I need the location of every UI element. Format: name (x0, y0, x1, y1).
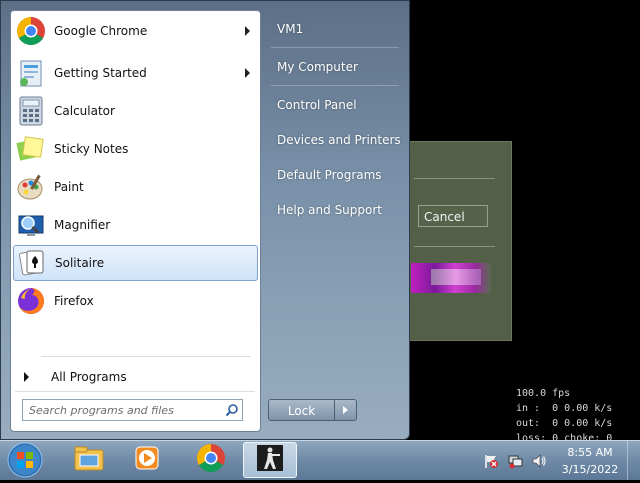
sticky-notes-icon (15, 133, 47, 165)
right-item-help-and-support[interactable]: Help and Support (269, 196, 403, 224)
action-center-flag-icon[interactable] (483, 453, 499, 469)
program-paint[interactable]: Paint (13, 169, 258, 205)
netgraph-overlay: 100.0 fps in : 0 0.00 k/s out: 0 0.00 k/s l… (516, 386, 612, 446)
search-box[interactable] (22, 399, 243, 421)
program-label: Getting Started (54, 66, 147, 80)
program-calculator[interactable]: Calculator (13, 93, 258, 129)
program-label: Google Chrome (54, 24, 148, 38)
program-magnifier[interactable]: Magnifier (13, 207, 258, 243)
taskbar-counter-strike[interactable] (243, 442, 297, 478)
all-programs-button[interactable]: All Programs (19, 365, 254, 389)
dialog-divider (414, 178, 495, 179)
calculator-icon (15, 95, 47, 127)
submenu-arrow-icon[interactable] (245, 26, 250, 36)
media-player-icon (133, 444, 161, 476)
magnifier-icon (15, 209, 47, 241)
solitaire-icon (16, 247, 48, 279)
taskbar-media-player[interactable] (120, 442, 174, 478)
fps-readout: 100.0 fps (516, 388, 571, 399)
program-getting-started[interactable]: Getting Started (13, 55, 258, 91)
volume-icon[interactable] (531, 453, 547, 469)
chrome-icon (15, 15, 47, 47)
program-firefox[interactable]: Firefox (13, 283, 258, 319)
submenu-arrow-icon[interactable] (245, 68, 250, 78)
program-label: Sticky Notes (54, 142, 129, 156)
search-icon[interactable] (222, 400, 242, 420)
chrome-icon (196, 443, 226, 477)
start-menu-programs-pane: Google Chrome Getting Started Calculator… (10, 10, 261, 432)
counter-strike-icon (255, 443, 285, 477)
dialog-divider (414, 246, 495, 247)
right-item-default-programs[interactable]: Default Programs (269, 161, 403, 189)
explorer-icon (73, 444, 105, 476)
program-google-chrome[interactable]: Google Chrome (13, 13, 258, 49)
clock-time: 8:55 AM (567, 446, 613, 459)
search-divider (15, 391, 255, 392)
right-item-devices-and-printers[interactable]: Devices and Printers (269, 126, 403, 154)
program-label: Calculator (54, 104, 115, 118)
out-rate-readout: out: 0 0.00 k/s (516, 418, 613, 429)
start-orb[interactable] (5, 441, 45, 479)
search-input[interactable] (23, 402, 222, 418)
background-dialog: Cancel (395, 141, 512, 341)
taskbar-explorer[interactable] (62, 442, 116, 478)
right-item-my-computer[interactable]: My Computer (269, 53, 403, 81)
taskbar-chrome[interactable] (184, 442, 238, 478)
network-icon[interactable] (507, 453, 523, 469)
right-item-user[interactable]: VM1 (269, 15, 403, 43)
cancel-button[interactable]: Cancel (418, 205, 488, 227)
firefox-icon (15, 285, 47, 317)
all-programs-label: All Programs (51, 370, 127, 384)
program-label: Paint (54, 180, 84, 194)
shutdown-options-button[interactable] (335, 399, 357, 421)
program-label: Magnifier (54, 218, 111, 232)
right-divider (271, 85, 399, 86)
in-rate-readout: in : 0 0.00 k/s (516, 403, 613, 414)
expand-arrow-icon (24, 372, 29, 382)
right-divider (271, 47, 399, 48)
show-desktop-button[interactable] (627, 441, 640, 480)
program-label: Solitaire (55, 256, 105, 270)
right-item-control-panel[interactable]: Control Panel (269, 91, 403, 119)
system-clock[interactable]: 8:55 AM 3/15/2022 (560, 444, 620, 478)
program-solitaire[interactable]: Solitaire (13, 245, 258, 281)
start-menu: Google Chrome Getting Started Calculator… (0, 0, 410, 440)
chevron-right-icon (343, 406, 348, 414)
program-sticky-notes[interactable]: Sticky Notes (13, 131, 258, 167)
lock-button[interactable]: Lock (268, 399, 335, 421)
getting-started-icon (15, 57, 47, 89)
glitched-logo-image (411, 263, 491, 293)
clock-date: 3/15/2022 (561, 463, 619, 476)
program-label: Firefox (54, 294, 94, 308)
programs-divider (41, 356, 251, 357)
paint-icon (15, 171, 47, 203)
